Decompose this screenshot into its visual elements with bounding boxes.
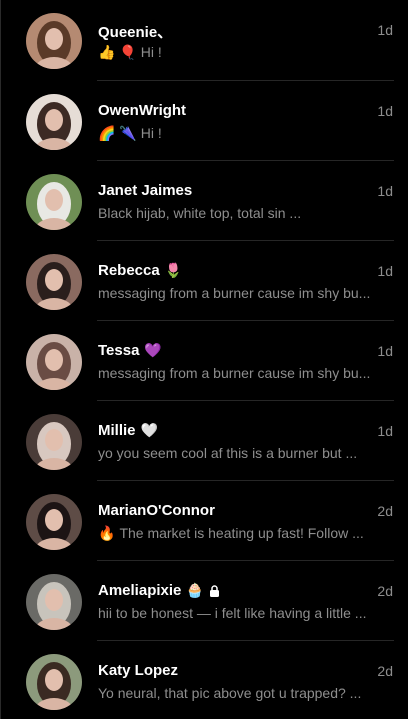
avatar-image — [26, 414, 82, 470]
message-preview: 🔥 The market is heating up fast! Follow .… — [98, 525, 388, 542]
contact-name-text: OwenWright — [98, 102, 187, 119]
avatar-image — [26, 13, 82, 69]
preview-text: yo you seem cool af this is a burner but… — [98, 445, 358, 461]
conversation-row[interactable]: Janet Jaimes 1d Black hijab, white top, to… — [1, 161, 408, 241]
preview-text: messaging from a burner cause im shy bu.… — [98, 365, 371, 381]
name-emoji: 🌷 — [164, 262, 183, 278]
avatar[interactable] — [26, 13, 82, 69]
timestamp: 1d — [377, 263, 393, 279]
contact-name-text: Ameliapixie — [98, 582, 182, 599]
preview-text: Black hijab, white top, total sin ... — [98, 205, 302, 221]
lock-icon — [209, 584, 219, 597]
message-preview: Black hijab, white top, total sin ... — [98, 205, 388, 221]
message-preview: messaging from a burner cause im shy bu.… — [98, 365, 388, 381]
name-emoji: 🤍 — [140, 422, 158, 438]
contact-name-text: Rebecca — [98, 262, 160, 279]
contact-name-text: Queenie、 — [98, 24, 173, 41]
avatar-image — [26, 494, 82, 550]
avatar[interactable] — [26, 414, 82, 470]
preview-text: messaging from a burner cause im shy bu.… — [98, 285, 371, 301]
message-preview: 🌈 🌂 Hi ! — [98, 125, 388, 142]
contact-name: Millie 🤍 — [98, 422, 158, 439]
conversation-row[interactable]: MarianO'Connor 2d 🔥 The market is heating u… — [1, 481, 408, 561]
contact-name-text: Millie — [98, 422, 136, 439]
avatar-image — [26, 654, 82, 710]
contact-name: MarianO'Connor — [98, 502, 215, 519]
conversation-row[interactable]: Millie 🤍 1d yo you seem cool af this is a b… — [1, 401, 408, 481]
contact-name: Ameliapixie 🧁 — [98, 582, 220, 599]
conversation-row[interactable]: Ameliapixie 🧁 2d hii to be honest — i felt … — [1, 561, 408, 641]
avatar[interactable] — [26, 174, 82, 230]
avatar[interactable] — [26, 254, 82, 310]
message-preview: yo you seem cool af this is a burner but… — [98, 445, 388, 461]
conversation-row[interactable]: OwenWright 1d 🌈 🌂 Hi ! — [1, 81, 408, 161]
timestamp: 1d — [377, 103, 393, 119]
avatar[interactable] — [26, 574, 82, 630]
contact-name-text: MarianO'Connor — [98, 502, 215, 519]
timestamp: 2d — [377, 583, 393, 599]
name-emoji: 💜 — [144, 342, 162, 358]
conversation-row[interactable]: Katy Lopez 2d Yo neural, that pic above go… — [1, 641, 408, 719]
contact-name-text: Tessa — [98, 342, 140, 359]
contact-name: Tessa 💜 — [98, 342, 162, 359]
message-preview: messaging from a burner cause im shy bu.… — [98, 285, 388, 301]
timestamp: 2d — [377, 663, 393, 679]
avatar-image — [26, 174, 82, 230]
timestamp: 1d — [377, 423, 393, 439]
preview-text: The market is heating up fast! Follow ..… — [119, 525, 364, 541]
preview-emoji: 👍 🎈 — [98, 44, 137, 60]
contact-name: Queenie、 — [98, 21, 172, 42]
avatar-image — [26, 254, 82, 310]
preview-text: hii to be honest — i felt like having a … — [98, 605, 367, 621]
avatar-image — [26, 334, 82, 390]
avatar-image — [26, 94, 82, 150]
contact-name: OwenWright — [98, 102, 186, 119]
avatar[interactable] — [26, 94, 82, 150]
message-preview: 👍 🎈 Hi ! — [98, 44, 388, 61]
name-emoji: 🧁 — [186, 582, 204, 598]
contact-name-text: Katy Lopez — [98, 662, 179, 679]
conversation-row[interactable]: Queenie、 1d 👍 🎈 Hi ! — [1, 0, 408, 81]
preview-emoji: 🔥 — [98, 525, 116, 541]
contact-name: Katy Lopez — [98, 662, 178, 679]
conversation-row[interactable]: Rebecca 🌷 1d messaging from a burner cause … — [1, 241, 408, 321]
preview-text: Hi ! — [140, 44, 162, 60]
conversation-list: Queenie、 1d 👍 🎈 Hi ! OwenWright 1d 🌈 🌂 Hi ! Jane… — [0, 0, 408, 719]
message-preview: hii to be honest — i felt like having a … — [98, 605, 388, 621]
preview-text: Hi ! — [140, 125, 162, 141]
timestamp: 2d — [377, 503, 393, 519]
timestamp: 1d — [377, 183, 393, 199]
avatar-image — [26, 574, 82, 630]
preview-text: Yo neural, that pic above got u trapped?… — [98, 685, 362, 701]
preview-emoji: 🌈 🌂 — [98, 125, 137, 141]
contact-name-text: Janet Jaimes — [98, 182, 193, 199]
contact-name: Rebecca 🌷 — [98, 262, 182, 279]
conversation-row[interactable]: Tessa 💜 1d messaging from a burner cause im… — [1, 321, 408, 401]
contact-name: Janet Jaimes — [98, 182, 192, 199]
avatar[interactable] — [26, 654, 82, 710]
avatar[interactable] — [26, 494, 82, 550]
timestamp: 1d — [377, 22, 393, 38]
timestamp: 1d — [377, 343, 393, 359]
message-preview: Yo neural, that pic above got u trapped?… — [98, 685, 388, 701]
avatar[interactable] — [26, 334, 82, 390]
